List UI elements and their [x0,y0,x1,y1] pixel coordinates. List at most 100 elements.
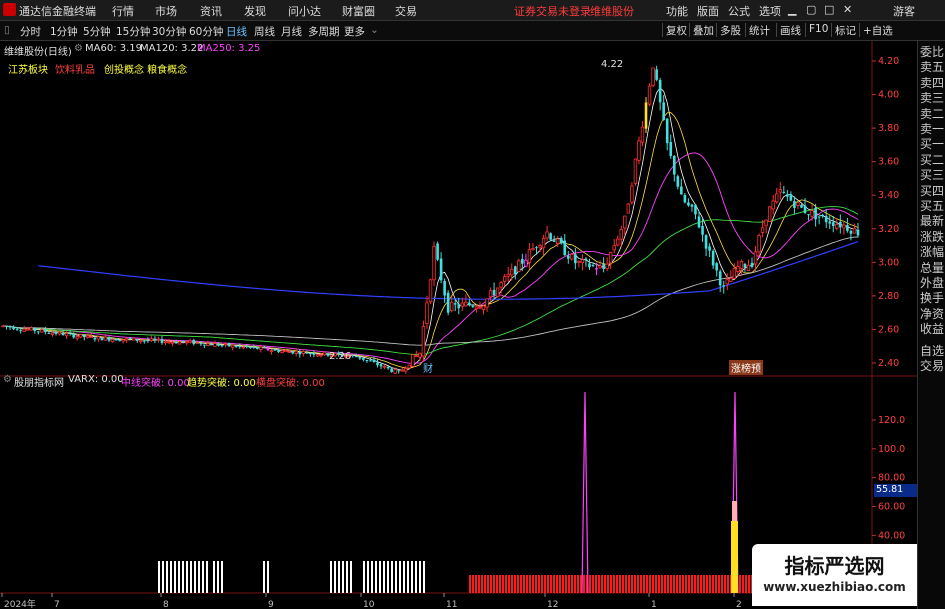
tag-concepts[interactable]: 创投概念 粮食概念 [104,61,187,76]
candle-body [241,346,245,349]
period-tab-60min[interactable]: 60分钟 [189,24,223,39]
period-tab-30min[interactable]: 30分钟 [152,24,186,39]
candle-body [382,365,387,368]
add-watchlist-button[interactable]: +自选 [859,23,896,37]
indicator-bar-red [619,575,621,593]
candle-body [655,69,658,80]
side-panel-item[interactable]: 外盘 [920,276,944,290]
menu-market[interactable]: 市场 [155,3,177,19]
side-panel-item[interactable]: 卖二 [920,107,944,121]
side-panel-item[interactable]: 委比 [920,45,944,59]
side-panel-item[interactable]: 自选 [920,344,944,358]
date-tick-label: 11 [446,600,457,609]
period-tab-15min[interactable]: 15分钟 [116,24,150,39]
indicator-bar-red [556,575,558,593]
kline-chart[interactable]: 4.20 4.00 3.80 3.60 3.40 3.20 3.00 2.80 2.60 2.40… [0,41,917,609]
period-tab-1min[interactable]: 1分钟 [50,24,78,39]
candle-body [715,263,718,271]
indicator-bar-red [673,575,675,593]
period-tab-daily[interactable]: 日线 [226,24,247,39]
multi-stock-button[interactable]: 多股 [716,23,744,37]
candle-body [443,281,446,296]
side-panel-item[interactable]: 卖三 [920,91,944,105]
side-panel-item[interactable]: 卖四 [920,76,944,90]
period-tab-monthly[interactable]: 月线 [281,24,302,39]
restore-icon[interactable]: ▢ [806,3,816,16]
menu-discover[interactable]: 发现 [244,3,266,19]
close-icon[interactable]: ✕ [843,3,852,16]
indicator-bar-white [330,561,332,593]
menu-news[interactable]: 资讯 [200,3,222,19]
tag-jiangsu[interactable]: 江苏板块 [8,61,48,76]
side-panel-item[interactable]: 换手 [920,291,944,305]
indicator-bar-red [625,575,627,593]
menu-options[interactable]: 选项 [759,3,781,19]
period-tab-multi[interactable]: 多周期 [308,24,340,39]
indicator-bar-red [520,575,522,593]
candle-body [153,338,157,341]
toolbar-toggle-icon[interactable]: ▯ [4,24,10,36]
side-panel-item[interactable]: 卖一 [920,122,944,136]
indicator-bar-red [502,575,504,593]
side-panel-item[interactable]: 交易 [920,359,944,373]
candle-body [266,346,270,351]
period-tab-more[interactable]: 更多 [344,24,365,39]
indicator-bar-red [472,575,474,593]
ma60-label: MA60: 3.19 [85,43,143,54]
menu-function[interactable]: 功能 [666,3,688,19]
tag-beverage[interactable]: 饮料乳品 [55,61,95,76]
candle-body [174,341,178,344]
event-tag-2[interactable]: 涨榜预 [729,360,763,375]
side-panel-item[interactable]: 卖五 [920,60,944,74]
side-panel-item[interactable]: 涨跌 [920,230,944,244]
side-panel-item[interactable]: 买三 [920,168,944,182]
candle-body [64,333,69,337]
minimize-icon[interactable]: ▁ [788,3,796,16]
candle-body [376,362,379,366]
side-panel-item[interactable]: 总量 [920,261,944,275]
indicator-bar-white [419,561,421,593]
menu-wealth[interactable]: 财富圈 [342,3,375,19]
period-tab-weekly[interactable]: 周线 [254,24,275,39]
side-panel-item[interactable]: 净资 [920,307,944,321]
side-panel-item[interactable]: 买五 [920,199,944,213]
menu-ask[interactable]: 问小达 [288,3,321,19]
candle-body [852,227,857,234]
menu-layout[interactable]: 版面 [697,3,719,19]
candle-body [170,341,175,344]
statistics-button[interactable]: 统计 [745,23,773,37]
side-panel-item[interactable]: 买四 [920,184,944,198]
side-panel-item[interactable]: 收益 [920,322,944,336]
f10-button[interactable]: F10 [805,23,831,37]
period-tab-intraday[interactable]: 分时 [20,24,41,39]
finance-event-tag[interactable]: 财 [423,360,433,375]
mark-button[interactable]: 标记 [831,23,859,37]
settings-gear-icon[interactable]: ⚙ [74,43,83,54]
side-panel-item[interactable]: 涨幅 [920,245,944,259]
side-panel-item[interactable]: 最新 [920,214,944,228]
candle-body [471,306,475,308]
overlay-button[interactable]: 叠加 [689,23,717,37]
indicator-bar-red [523,575,525,593]
guest-label[interactable]: 游客 [893,3,915,19]
stock-link[interactable]: 维维股份 [590,3,634,19]
indicator-bar-red [742,575,744,593]
side-panel-item[interactable]: 买一 [920,137,944,151]
chevron-down-icon[interactable]: ⌄ [370,24,379,36]
side-panel-item[interactable]: 买二 [920,153,944,167]
candle-body [206,343,210,347]
maximize-icon[interactable]: □ [824,3,834,16]
candle-body [22,328,26,332]
period-tab-5min[interactable]: 5分钟 [83,24,111,39]
login-status[interactable]: 证券交易未登录 [514,3,591,19]
indicator-settings-icon[interactable]: ⚙ [3,374,12,385]
indicator-bar-yellow [731,521,738,593]
indicator-bar-red [508,575,510,593]
adjust-button[interactable]: 复权 [662,23,690,37]
menu-formula[interactable]: 公式 [728,3,750,19]
menu-trade[interactable]: 交易 [395,3,417,19]
draw-line-button[interactable]: 画线 [776,23,804,37]
quote-side-panel: 委比 卖五卖四 卖三卖二 卖一 买一买二 买三买四 买五 最新涨跌 涨幅总量 外盘 换手净资 收益自选… [917,41,945,609]
indicator-bar-red [709,575,711,593]
menu-quotes[interactable]: 行情 [112,3,134,19]
